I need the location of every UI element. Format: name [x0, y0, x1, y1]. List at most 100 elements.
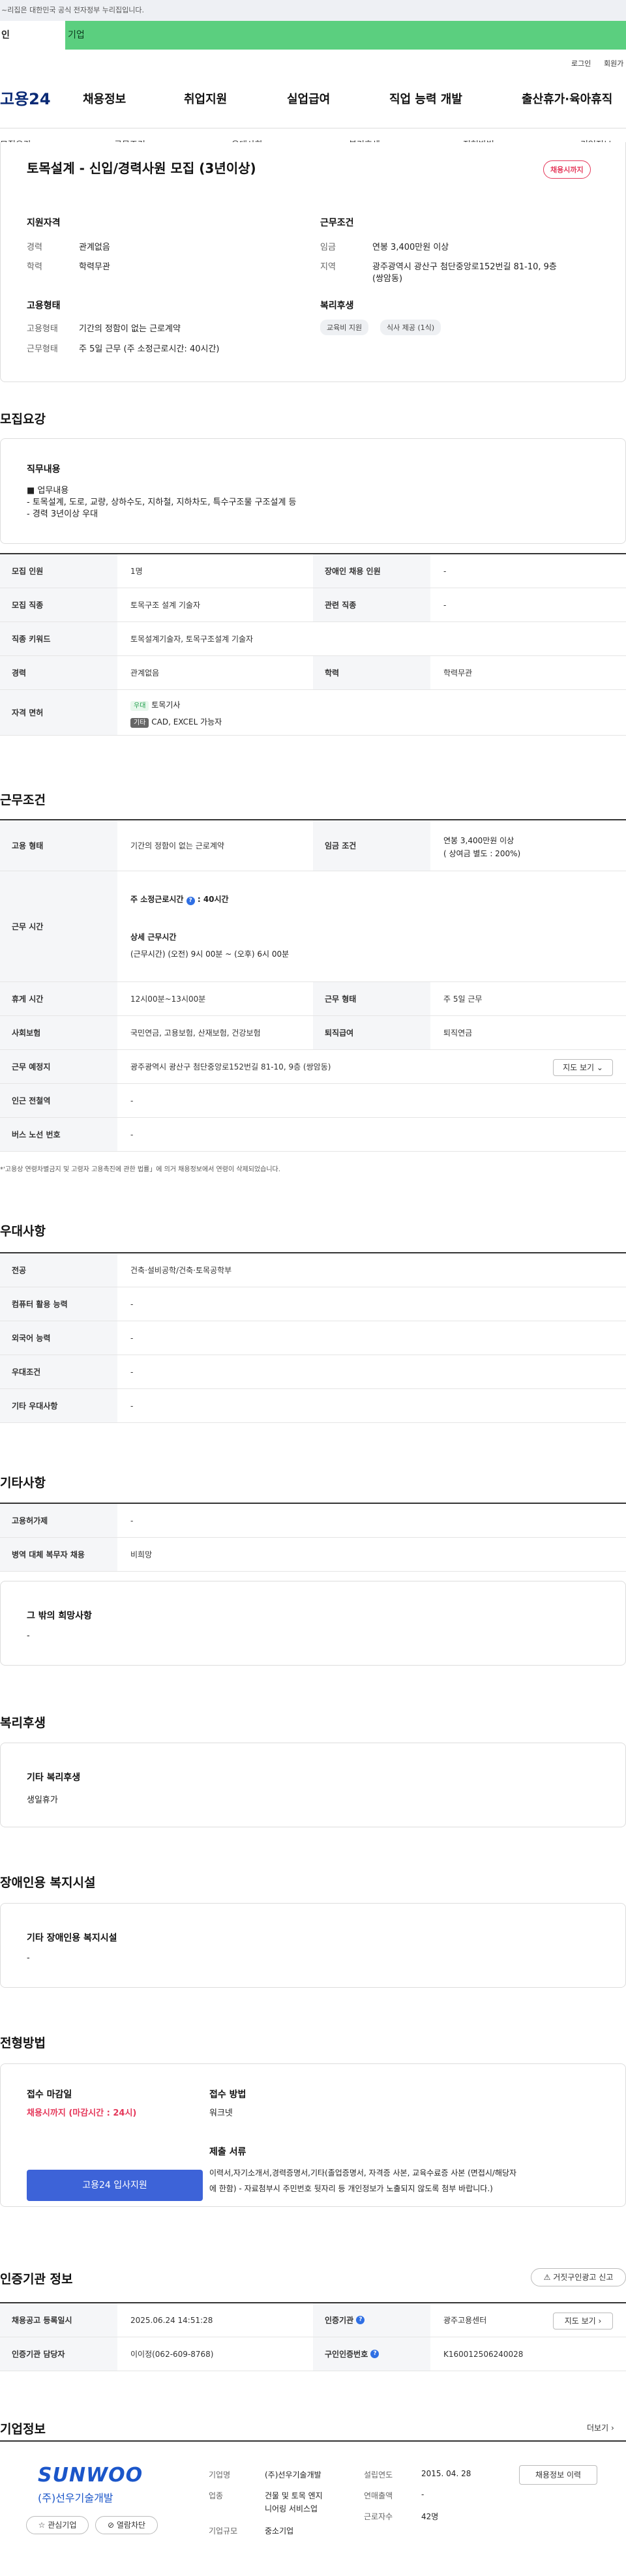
etc-line: 기타 CAD, EXCEL 가능자	[130, 716, 222, 728]
duty-line1: ■ 업무내용	[27, 483, 68, 496]
report-button[interactable]: ⚠ 거짓구인광고 신고	[531, 2268, 626, 2286]
agency-map-button[interactable]: 지도 보기 ›	[553, 2313, 613, 2329]
etc-tag: 기타	[130, 718, 149, 728]
table-row: 고용 형태 기간의 정함이 없는 근로계약 임금 조건 연봉 3,400만원 이…	[0, 820, 626, 871]
cell-label: 근무 예정지	[0, 1050, 117, 1083]
cell-label: 구인인증번호 ?	[313, 2337, 430, 2371]
join-link[interactable]: 회원가	[604, 58, 623, 68]
gnb-employment-support[interactable]: 취업지원	[184, 90, 227, 107]
report-label: 거짓구인광고 신고	[553, 2273, 614, 2282]
cell-label: 고용허가제	[0, 1504, 117, 1537]
gov-banner-text: ~리집은 대한민국 공식 전자정부 누리집입니다.	[1, 6, 144, 14]
gov-banner: ~리집은 대한민국 공식 전자정부 누리집입니다.	[0, 0, 626, 21]
more-label: 더보기	[587, 2423, 609, 2433]
cell-label: 인증기관 담당자	[0, 2337, 117, 2371]
detail-hours-label: 상세 근무시간	[130, 933, 177, 942]
login-link[interactable]: 로그인	[571, 58, 591, 68]
cell-label: 버스 노선 번호	[0, 1118, 117, 1151]
process-box: 접수 마감일 채용시까지 (마감시간 : 24시) 고용24 입사지원 접수 방…	[0, 2063, 626, 2207]
cell-value: K160012506240028	[443, 2349, 524, 2359]
label: 임금	[320, 243, 336, 252]
cell-value: 관계없음	[130, 668, 160, 678]
value: 42명	[421, 2512, 439, 2521]
job-title: 토목설계 - 신입/경력사원 모집 (3년이상)	[27, 160, 256, 176]
cond-heading: 근무조건	[320, 218, 354, 228]
cell-label: 모집 인원	[0, 554, 117, 588]
map-button[interactable]: 지도 보기 ⌄	[553, 1059, 613, 1076]
duty-line2: - 토목설계, 도로, 교량, 상하수도, 지하철, 지하차도, 특수구조물 구…	[27, 498, 297, 507]
gnb-jobs[interactable]: 채용정보	[83, 90, 126, 107]
apply-button[interactable]: 고용24 입사지원	[27, 2170, 203, 2201]
welfare-heading: 복리후생	[320, 301, 354, 311]
cell-label: 외국어 능력	[0, 1321, 117, 1355]
gnb-unemployment-benefit[interactable]: 실업급여	[287, 90, 330, 107]
value: 기간의 정함이 없는 근로계약	[79, 324, 181, 334]
site-logo[interactable]: 고용24	[0, 86, 51, 109]
cell-value: -	[130, 1401, 134, 1411]
gnb-parental-leave[interactable]: 출산휴가·육아휴직	[522, 90, 612, 107]
cell-value: 2025.06.24 14:51:28	[130, 2315, 213, 2325]
cell-label: 학력	[313, 656, 430, 689]
pref-table: 전공 건축·설비공학/건축·토목공학부 컴퓨터 활용 능력 - 외국어 능력 - 우대…	[0, 1252, 626, 1423]
recruit-table: 모집 인원 1명 장애인 채용 인원 - 모집 직종 토목구조 설계 기술자 관…	[0, 553, 626, 736]
table-row: 우대조건 -	[0, 1355, 626, 1389]
other-heading: 기타사항	[0, 1476, 46, 1490]
cell-label: 전공	[0, 1253, 117, 1287]
more-link[interactable]: 더보기 ›	[587, 2422, 614, 2433]
info-icon[interactable]: ?	[186, 897, 195, 905]
chevron-right-icon: ›	[598, 2316, 602, 2326]
value: (주)선우기술개발	[265, 2470, 321, 2479]
block-label: 열람차단	[116, 2521, 146, 2530]
table-row: 경력 관계없음 학력 학력무관	[0, 656, 626, 690]
cell-label: 근무 시간	[0, 871, 117, 981]
deadline-value: 채용시까지 (마감시간 : 24시)	[27, 2108, 137, 2118]
label: 근무형태	[27, 344, 58, 354]
cell-label: 퇴직급여	[313, 1016, 430, 1049]
cell-value: 12시00분~13시00분	[130, 995, 206, 1004]
hiring-history-button[interactable]: 채용정보 이력	[519, 2465, 597, 2485]
cell-label: 경력	[0, 656, 117, 689]
map-button-label: 지도 보기	[563, 1063, 595, 1072]
table-row: 병역 대체 복무자 채용 비희망	[0, 1538, 626, 1572]
recruit-heading: 모집요강	[0, 412, 46, 427]
value: -	[421, 2490, 425, 2499]
pref-heading: 우대사항	[0, 1224, 46, 1238]
value: 연봉 3,400만원 이상	[372, 243, 449, 252]
facility-heading: 장애인용 복지시설	[0, 1876, 96, 1890]
cell-label-text: 구인인증번호	[325, 2350, 368, 2359]
cell-label: 채용공고 등록일시	[0, 2303, 117, 2337]
docs-heading: 제출 서류	[209, 2147, 246, 2157]
table-row: 인근 전철역 -	[0, 1084, 626, 1118]
cell-label: 근무 형태	[313, 982, 430, 1015]
emp-heading: 고용형태	[27, 301, 61, 311]
gnb-vocational-training[interactable]: 직업 능력 개발	[389, 90, 462, 107]
benefit-box: 기타 복리후생 생일휴가	[0, 1743, 626, 1827]
docs-value: 이력서,자기소개서,경력증명서,기타(졸업증명서, 자격증 사본, 교육수료증 …	[209, 2168, 517, 2178]
work-table: 고용 형태 기간의 정함이 없는 근로계약 임금 조건 연봉 3,400만원 이…	[0, 819, 626, 1152]
facility-box: 기타 장애인용 복지시설 -	[0, 1903, 626, 1988]
cell-value: -	[130, 1333, 134, 1343]
cert-line: 우대 토목기사	[130, 699, 181, 711]
box-value: -	[27, 1953, 30, 1963]
info-icon[interactable]: ?	[370, 2350, 380, 2358]
summary-card: 토목설계 - 신입/경력사원 모집 (3년이상) 채용시까지 지원자격 경력 관…	[0, 142, 626, 382]
box-value: -	[27, 1631, 30, 1641]
cell-value: 1명	[130, 567, 143, 576]
deadline-badge: 채용시까지	[543, 160, 591, 179]
cell-value: -	[130, 1299, 134, 1309]
info-icon[interactable]: ?	[356, 2316, 365, 2324]
map-button-label: 지도 보기	[564, 2316, 596, 2326]
tab-company[interactable]: 기업	[68, 21, 85, 50]
table-row: 컴퓨터 활용 능력 -	[0, 1287, 626, 1321]
label: 고용형태	[27, 324, 58, 334]
cell-value: 비희망	[130, 1550, 153, 1559]
block-button[interactable]: ⊘ 열람차단	[95, 2516, 158, 2534]
table-row: 전공 건축·설비공학/건축·토목공학부	[0, 1253, 626, 1287]
cell-label: 기타 우대사항	[0, 1389, 117, 1422]
fav-company-button[interactable]: ☆ 관심기업	[26, 2516, 89, 2534]
welfare-chip: 교육비 지원	[320, 320, 369, 335]
label: 연매출액	[364, 2491, 393, 2500]
tab-individual[interactable]: 인	[0, 21, 65, 50]
cert-name: 토목기사	[151, 700, 181, 710]
method-heading: 접수 방법	[209, 2089, 246, 2100]
